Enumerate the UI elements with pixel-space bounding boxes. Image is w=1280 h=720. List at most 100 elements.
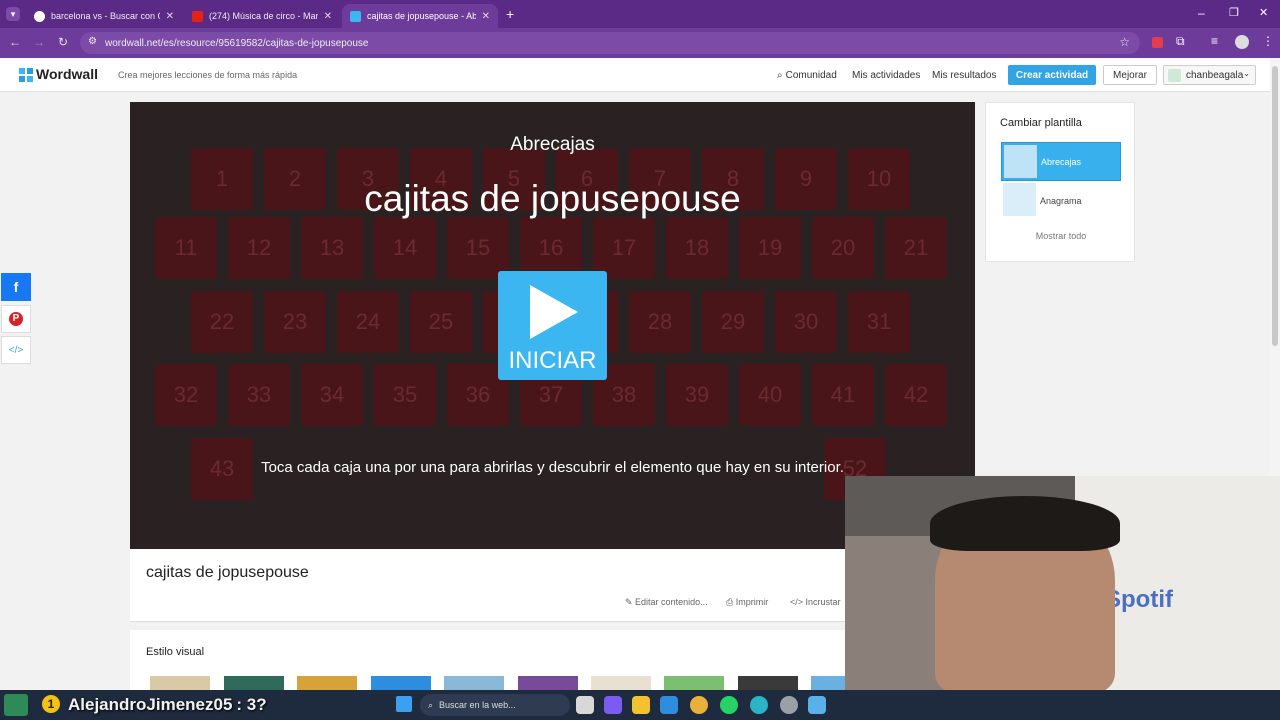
game-box[interactable]: 42: [885, 364, 947, 426]
window-close-button[interactable]: ✕: [1259, 6, 1268, 19]
whatsapp-icon[interactable]: [720, 696, 738, 714]
theme-thumb[interactable]: [591, 676, 651, 690]
game-box[interactable]: 23: [264, 291, 326, 353]
theme-thumb[interactable]: [224, 676, 284, 690]
menu-icon[interactable]: ⋮: [1262, 34, 1274, 48]
close-icon[interactable]: ✕: [482, 11, 490, 22]
game-box[interactable]: 20: [812, 217, 874, 279]
tagline: Crea mejores lecciones de forma más rápi…: [118, 70, 298, 80]
game-box[interactable]: 17: [593, 217, 655, 279]
site-logo[interactable]: Wordwall: [36, 66, 98, 82]
file-explorer-icon[interactable]: [632, 696, 650, 714]
game-box[interactable]: 34: [301, 364, 363, 426]
tab-title: (274) Música de circo - Marche: [209, 11, 318, 21]
game-box[interactable]: 29: [702, 291, 764, 353]
theme-thumb[interactable]: [738, 676, 798, 690]
user-menu[interactable]: chanbeagala ⌄: [1163, 65, 1256, 85]
game-box[interactable]: 39: [666, 364, 728, 426]
bookmark-star-icon[interactable]: ☆: [1119, 35, 1130, 49]
forward-button[interactable]: →: [31, 35, 47, 49]
copilot-icon[interactable]: [604, 696, 622, 714]
username: chanbeagala: [1186, 69, 1244, 81]
game-box[interactable]: 25: [410, 291, 472, 353]
task-view-icon[interactable]: [576, 696, 594, 714]
link-label: Incrustar: [805, 597, 841, 607]
game-box[interactable]: 11: [155, 217, 217, 279]
start-button[interactable]: INICIAR: [498, 271, 607, 380]
instructions: Toca cada caja una por una para abrirlas…: [261, 459, 844, 476]
game-box[interactable]: 16: [520, 217, 582, 279]
game-title: cajitas de jopusepouse: [364, 178, 741, 219]
tab-google[interactable]: barcelona vs - Buscar con Goog ✕: [26, 4, 182, 28]
game-box[interactable]: 15: [447, 217, 509, 279]
game-box[interactable]: 41: [812, 364, 874, 426]
site-info-icon[interactable]: ⚙: [88, 36, 97, 47]
back-button[interactable]: ←: [7, 35, 23, 49]
extension-icon[interactable]: [1152, 37, 1163, 48]
nav-label: Comunidad: [785, 70, 837, 81]
game-box[interactable]: 31: [848, 291, 910, 353]
template-option-abrecajas[interactable]: Abrecajas: [1001, 142, 1121, 181]
new-tab-button[interactable]: +: [506, 6, 514, 22]
nav-mis-resultados[interactable]: Mis resultados: [932, 70, 996, 81]
anagram-icon: [1003, 183, 1036, 216]
media-icon[interactable]: ≡: [1211, 34, 1218, 48]
theme-thumb[interactable]: [664, 676, 724, 690]
wordwall-icon: [350, 10, 361, 22]
maximize-button[interactable]: ❐: [1229, 6, 1239, 19]
game-box[interactable]: 28: [629, 291, 691, 353]
tab-search-button[interactable]: ▾: [6, 7, 20, 21]
game-box[interactable]: 13: [301, 217, 363, 279]
edge-icon[interactable]: [750, 696, 768, 714]
game-box[interactable]: 33: [228, 364, 290, 426]
upgrade-button[interactable]: Mejorar: [1103, 65, 1157, 85]
theme-thumb[interactable]: [371, 676, 431, 690]
theme-thumb[interactable]: [518, 676, 578, 690]
game-box[interactable]: 35: [374, 364, 436, 426]
profile-avatar[interactable]: [1235, 35, 1249, 49]
theme-thumb[interactable]: [444, 676, 504, 690]
game-box[interactable]: 24: [337, 291, 399, 353]
template-option-anagrama[interactable]: Anagrama: [1001, 183, 1121, 218]
chrome-icon[interactable]: [690, 696, 708, 714]
pinterest-share-button[interactable]: P: [1, 305, 31, 333]
template-label: Anagrama: [1040, 196, 1082, 206]
print-link[interactable]: ⎙ Imprimir: [726, 597, 768, 608]
minimize-button[interactable]: –: [1198, 6, 1205, 20]
search-icon: ⌕: [777, 70, 783, 81]
windows-start-icon[interactable]: [396, 696, 412, 712]
game-box[interactable]: 32: [155, 364, 217, 426]
tab-wordwall[interactable]: cajitas de jopusepouse - Abrec ✕: [342, 4, 498, 28]
notepad-icon[interactable]: [808, 696, 826, 714]
game-box[interactable]: 14: [374, 217, 436, 279]
embed-link[interactable]: </> Incrustar: [790, 597, 841, 607]
puzzle-icon[interactable]: ⧉: [1176, 34, 1185, 49]
game-box[interactable]: 12: [228, 217, 290, 279]
game-box[interactable]: 19: [739, 217, 801, 279]
store-icon[interactable]: [660, 696, 678, 714]
game-box[interactable]: 30: [775, 291, 837, 353]
edit-content-link[interactable]: ✎ Editar contenido...: [625, 597, 708, 608]
embed-share-button[interactable]: </>: [1, 336, 31, 364]
tab-youtube[interactable]: (274) Música de circo - Marche ✕: [184, 4, 340, 28]
game-box[interactable]: 18: [666, 217, 728, 279]
facebook-share-button[interactable]: f: [1, 273, 31, 301]
game-box[interactable]: 22: [191, 291, 253, 353]
activity-panel: cajitas de jopusepouse ✎ Editar contenid…: [130, 549, 845, 622]
url-field[interactable]: ⚙ wordwall.net/es/resource/95619582/caji…: [80, 32, 1140, 54]
create-activity-button[interactable]: Crear actividad: [1008, 65, 1096, 85]
game-box[interactable]: 21: [885, 217, 947, 279]
theme-thumb[interactable]: [150, 676, 210, 690]
theme-thumb[interactable]: [811, 676, 845, 690]
close-icon[interactable]: ✕: [324, 11, 332, 22]
reload-button[interactable]: ↻: [55, 35, 71, 49]
nav-mis-actividades[interactable]: Mis actividades: [852, 70, 920, 81]
settings-icon[interactable]: [780, 696, 798, 714]
nav-comunidad[interactable]: ⌕ Comunidad: [777, 70, 837, 81]
scrollbar-thumb[interactable]: [1272, 66, 1278, 346]
game-box[interactable]: 40: [739, 364, 801, 426]
taskbar-search[interactable]: ⌕ Buscar en la web...: [420, 694, 570, 716]
close-icon[interactable]: ✕: [166, 11, 174, 22]
show-all-link[interactable]: Mostrar todo: [986, 231, 1136, 241]
theme-thumb[interactable]: [297, 676, 357, 690]
